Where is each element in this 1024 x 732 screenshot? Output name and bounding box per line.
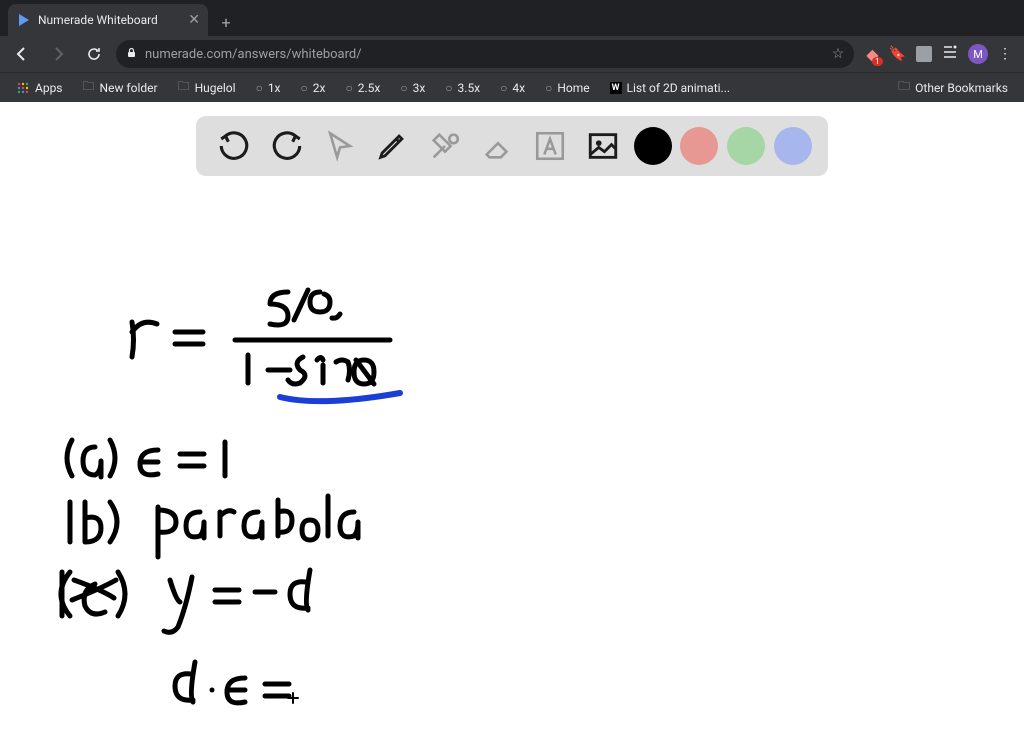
globe-icon: ○ — [345, 81, 352, 95]
reload-button[interactable] — [80, 40, 108, 68]
menu-icon[interactable]: ⋮ — [998, 46, 1012, 62]
pencil-tool[interactable] — [370, 124, 414, 168]
text-icon — [533, 129, 567, 163]
whiteboard-canvas[interactable] — [0, 102, 1024, 716]
new-tab-button[interactable]: + — [212, 8, 240, 36]
undo-icon — [217, 129, 251, 163]
handwritten-strokes — [40, 192, 460, 732]
bookmark-link[interactable]: ○4x — [492, 77, 533, 99]
undo-button[interactable] — [212, 124, 256, 168]
wiki-icon: W — [610, 82, 622, 94]
bookmark-link[interactable]: WList of 2D animati... — [602, 77, 738, 99]
color-blue[interactable] — [774, 127, 812, 165]
forward-button[interactable] — [44, 40, 72, 68]
bookmark-folder[interactable]: 🗀New folder — [75, 73, 166, 102]
select-tool[interactable] — [318, 124, 362, 168]
nav-right-icons: ◆1 🔖 M ⋮ — [862, 44, 1016, 64]
tab-favicon-icon — [16, 12, 32, 28]
bookmark-link[interactable]: ○Home — [537, 77, 598, 99]
bookmark-link[interactable]: ○3.5x — [437, 77, 488, 99]
globe-icon: ○ — [445, 81, 452, 95]
eraser-icon — [481, 129, 515, 163]
pencil-icon — [375, 129, 409, 163]
browser-tab[interactable]: Numerade Whiteboard ✕ — [8, 4, 208, 36]
text-tool[interactable] — [528, 124, 572, 168]
browser-nav-bar: numerade.com/answers/whiteboard/ ☆ ◆1 🔖 … — [0, 36, 1024, 72]
extension-badge-icon[interactable]: ◆1 — [866, 45, 878, 64]
color-black[interactable] — [634, 127, 672, 165]
redo-icon — [270, 129, 304, 163]
globe-icon: ○ — [545, 81, 552, 95]
globe-icon: ○ — [500, 81, 507, 95]
other-bookmarks[interactable]: 🗀Other Bookmarks — [890, 73, 1016, 102]
extension-tag-icon[interactable]: 🔖 — [889, 46, 906, 62]
bookmark-link[interactable]: ○1x — [248, 77, 289, 99]
profile-avatar[interactable]: M — [968, 44, 988, 64]
bookmark-link[interactable]: ○2.5x — [337, 77, 388, 99]
globe-icon: ○ — [400, 81, 407, 95]
bookmark-folder[interactable]: 🗀Hugelol — [170, 73, 244, 102]
extension-square-icon[interactable] — [916, 46, 932, 62]
image-icon — [586, 129, 620, 163]
close-icon[interactable]: ✕ — [188, 12, 200, 28]
color-red[interactable] — [680, 127, 718, 165]
folder-icon: 🗀 — [898, 77, 910, 98]
folder-icon: 🗀 — [83, 77, 95, 98]
tab-title: Numerade Whiteboard — [38, 13, 182, 27]
url-bar[interactable]: numerade.com/answers/whiteboard/ ☆ — [116, 40, 854, 68]
bookmark-bar: Apps 🗀New folder 🗀Hugelol ○1x ○2x ○2.5x … — [0, 72, 1024, 102]
apps-shortcut[interactable]: Apps — [8, 77, 71, 99]
tools-tool[interactable] — [423, 124, 467, 168]
cursor-icon — [323, 129, 357, 163]
url-text: numerade.com/answers/whiteboard/ — [145, 47, 824, 62]
globe-icon: ○ — [256, 81, 263, 95]
bookmark-link[interactable]: ○2x — [293, 77, 334, 99]
back-button[interactable] — [8, 40, 36, 68]
tools-icon — [428, 129, 462, 163]
lock-icon — [126, 47, 137, 61]
whiteboard-toolbar — [196, 116, 828, 176]
star-icon[interactable]: ☆ — [832, 46, 845, 62]
eraser-tool[interactable] — [476, 124, 520, 168]
reading-list-icon[interactable] — [942, 44, 958, 64]
bookmark-link[interactable]: ○3x — [392, 77, 433, 99]
redo-button[interactable] — [265, 124, 309, 168]
color-green[interactable] — [727, 127, 765, 165]
globe-icon: ○ — [301, 81, 308, 95]
apps-grid-icon — [16, 81, 30, 95]
browser-tab-bar: Numerade Whiteboard ✕ + — [0, 0, 1024, 36]
image-tool[interactable] — [581, 124, 625, 168]
folder-icon: 🗀 — [178, 77, 190, 98]
